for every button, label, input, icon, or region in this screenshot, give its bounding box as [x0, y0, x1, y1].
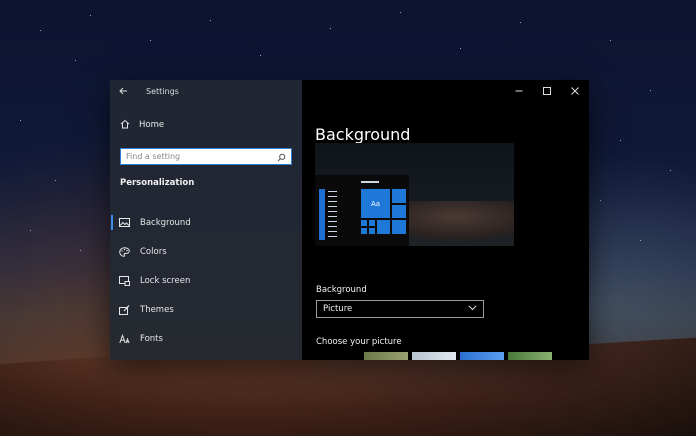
sidebar-item-themes[interactable]: Themes [110, 295, 302, 324]
lock-screen-icon [119, 275, 130, 286]
page-title: Background [315, 124, 411, 144]
sidebar-item-label: Themes [140, 304, 174, 315]
sidebar-item-start-partial[interactable] [110, 353, 302, 360]
fonts-icon [119, 333, 130, 344]
minimize-button[interactable] [505, 80, 533, 102]
preview-tile-label: Aa [361, 189, 390, 218]
home-link[interactable]: Home [110, 115, 302, 135]
search-input[interactable] [126, 152, 266, 161]
settings-window: Settings Home Personalization Background [110, 80, 589, 360]
section-label-personalization: Personalization [120, 178, 195, 188]
window-title: Settings [146, 86, 179, 96]
choose-picture-label: Choose your picture [316, 337, 402, 347]
content-pane: Background Aa Background Picture Choose … [302, 80, 589, 360]
search-box[interactable] [120, 148, 292, 165]
background-preview: Aa [315, 143, 514, 246]
picture-thumbnail[interactable] [508, 352, 552, 360]
sidebar-item-background[interactable]: Background [110, 208, 302, 237]
maximize-icon [543, 87, 551, 95]
sidebar-item-lock-screen[interactable]: Lock screen [110, 266, 302, 295]
maximize-button[interactable] [533, 80, 561, 102]
close-icon [571, 87, 579, 95]
sidebar-nav: Background Colors Lock screen Themes Fon… [110, 208, 302, 360]
desktop-mockup: Aa [315, 175, 409, 246]
sidebar-item-label: Lock screen [140, 275, 191, 286]
picture-thumbnails [364, 352, 552, 360]
themes-brush-icon [119, 304, 130, 315]
sidebar-item-label: Fonts [140, 333, 163, 344]
back-arrow-icon[interactable] [119, 87, 128, 95]
background-field-label: Background [316, 285, 367, 295]
sidebar-item-label: Background [140, 217, 191, 228]
sidebar-item-colors[interactable]: Colors [110, 237, 302, 266]
picture-thumbnail[interactable] [364, 352, 408, 360]
dropdown-selected-value: Picture [323, 304, 353, 314]
sidebar: Settings Home Personalization Background [110, 80, 302, 360]
picture-thumbnail[interactable] [460, 352, 504, 360]
search-icon[interactable] [277, 147, 286, 166]
minimize-icon [515, 90, 523, 92]
picture-thumbnail[interactable] [412, 352, 456, 360]
chevron-down-icon [468, 304, 477, 314]
picture-icon [119, 218, 130, 227]
title-bar: Settings [110, 80, 302, 102]
start-tiles: Aa [361, 189, 407, 241]
palette-icon [119, 246, 130, 257]
close-button[interactable] [561, 80, 589, 102]
background-type-dropdown[interactable]: Picture [316, 300, 484, 318]
home-icon [120, 119, 130, 132]
sidebar-item-fonts[interactable]: Fonts [110, 324, 302, 353]
sidebar-item-label: Colors [140, 246, 167, 257]
window-controls [302, 80, 589, 102]
home-label: Home [139, 120, 165, 130]
